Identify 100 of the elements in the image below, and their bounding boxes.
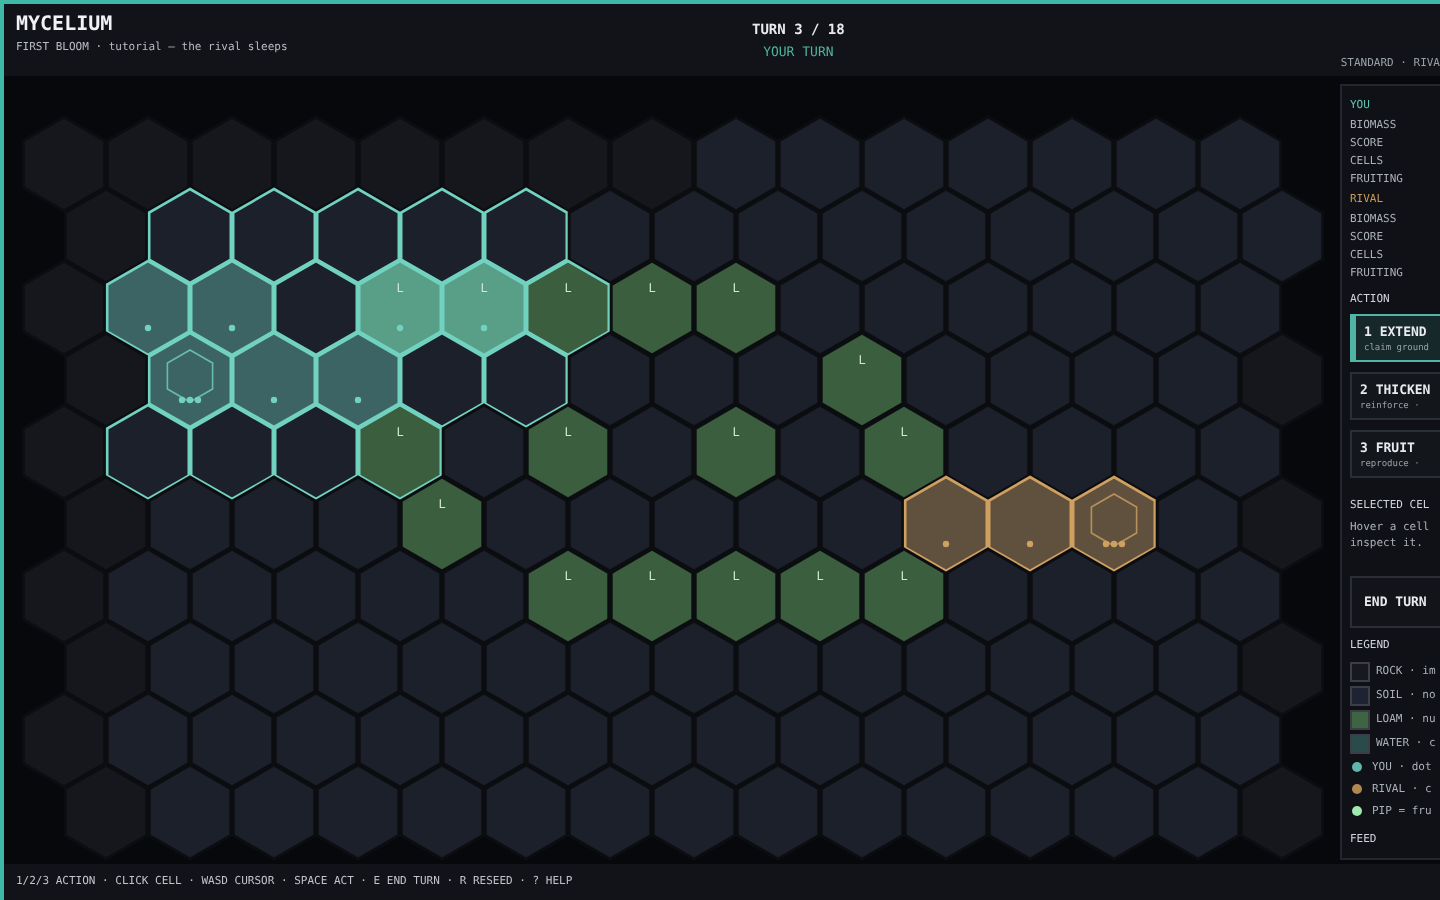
hex-cell[interactable] [21,547,107,645]
hex-cell[interactable] [693,691,779,789]
hex-cell[interactable] [1155,619,1241,717]
hex-cell[interactable] [399,763,485,861]
hex-cell[interactable] [1197,115,1283,213]
hex-cell[interactable] [945,547,1031,645]
hex-cell[interactable] [483,619,569,717]
hex-cell[interactable] [693,115,779,213]
hex-cell[interactable] [777,259,863,357]
hex-cell[interactable] [357,691,443,789]
hex-cell[interactable] [1239,187,1325,285]
hex-cell[interactable] [1113,115,1199,213]
hex-cell[interactable] [231,619,317,717]
hex-cell[interactable] [651,187,737,285]
hex-cell[interactable] [819,475,905,573]
hex-cell[interactable] [63,619,149,717]
hex-cell[interactable] [1113,259,1199,357]
hex-cell[interactable] [903,475,989,573]
hex-cell[interactable] [189,691,275,789]
hex-cell[interactable] [819,763,905,861]
hex-cell[interactable] [735,331,821,429]
hex-cell[interactable] [63,331,149,429]
hex-cell[interactable] [273,547,359,645]
hex-cell[interactable] [441,403,527,501]
hex-cell[interactable] [945,403,1031,501]
hex-cell[interactable] [1029,691,1115,789]
hex-cell[interactable] [735,475,821,573]
hex-cell[interactable] [1155,187,1241,285]
hex-cell[interactable] [147,763,233,861]
hex-cell[interactable] [1029,547,1115,645]
hex-cell[interactable] [1071,475,1157,573]
hex-cell[interactable] [21,403,107,501]
hex-cell[interactable] [441,547,527,645]
hex-cell[interactable] [63,475,149,573]
hex-cell[interactable] [777,691,863,789]
hex-cell[interactable] [609,403,695,501]
hex-cell[interactable] [1071,331,1157,429]
hex-cell[interactable] [735,619,821,717]
hex-cell[interactable] [1071,187,1157,285]
hex-cell[interactable] [651,331,737,429]
hex-cell[interactable] [483,475,569,573]
hex-cell[interactable] [987,187,1073,285]
hex-cell[interactable] [609,691,695,789]
hex-cell[interactable] [987,619,1073,717]
hex-cell[interactable] [777,115,863,213]
hex-cell[interactable] [357,547,443,645]
hex-cell[interactable] [1239,331,1325,429]
hex-cell[interactable] [903,187,989,285]
hex-cell[interactable] [525,115,611,213]
hex-cell[interactable] [1113,547,1199,645]
hex-cell[interactable] [189,115,275,213]
hex-cell[interactable] [63,763,149,861]
hex-cell[interactable] [147,475,233,573]
hex-cell[interactable] [315,619,401,717]
hex-cell[interactable] [735,187,821,285]
hex-cell[interactable] [1113,403,1199,501]
hex-cell[interactable] [315,475,401,573]
hex-cell[interactable] [987,331,1073,429]
hex-cell[interactable] [651,475,737,573]
hex-cell[interactable] [861,259,947,357]
hex-cell[interactable] [861,115,947,213]
hex-cell[interactable] [441,115,527,213]
hex-cell[interactable] [1239,619,1325,717]
hex-cell[interactable] [1197,259,1283,357]
hex-cell[interactable] [273,691,359,789]
hex-cell[interactable] [1155,331,1241,429]
hex-cell[interactable] [987,475,1073,573]
hex-cell[interactable] [1071,619,1157,717]
hex-cell[interactable] [1239,475,1325,573]
hex-cell[interactable] [231,763,317,861]
hex-cell[interactable] [945,691,1031,789]
hex-cell[interactable] [21,259,107,357]
hex-cell[interactable] [1155,475,1241,573]
hex-cell[interactable] [315,763,401,861]
hex-cell[interactable] [987,763,1073,861]
hex-cell[interactable] [1239,763,1325,861]
hex-cell[interactable] [567,619,653,717]
hex-cell[interactable] [903,619,989,717]
hex-cell[interactable] [567,331,653,429]
hex-cell[interactable] [147,619,233,717]
hex-cell[interactable] [861,691,947,789]
hex-cell[interactable] [1197,691,1283,789]
hex-cell[interactable] [1197,403,1283,501]
hex-cell[interactable] [1155,763,1241,861]
hex-cell[interactable] [1071,763,1157,861]
hex-cell[interactable] [777,403,863,501]
hex-cell[interactable] [609,115,695,213]
hex-cell[interactable] [945,115,1031,213]
hex-cell[interactable] [399,619,485,717]
hex-cell[interactable] [819,187,905,285]
hex-cell[interactable] [105,547,191,645]
hex-cell[interactable] [567,187,653,285]
hex-cell[interactable] [441,691,527,789]
hex-cell[interactable] [903,763,989,861]
hex-cell[interactable] [105,115,191,213]
hex-cell[interactable] [819,619,905,717]
hex-cell[interactable] [1197,547,1283,645]
hex-cell[interactable] [357,115,443,213]
hex-cell[interactable] [903,331,989,429]
hex-cell[interactable] [1029,115,1115,213]
